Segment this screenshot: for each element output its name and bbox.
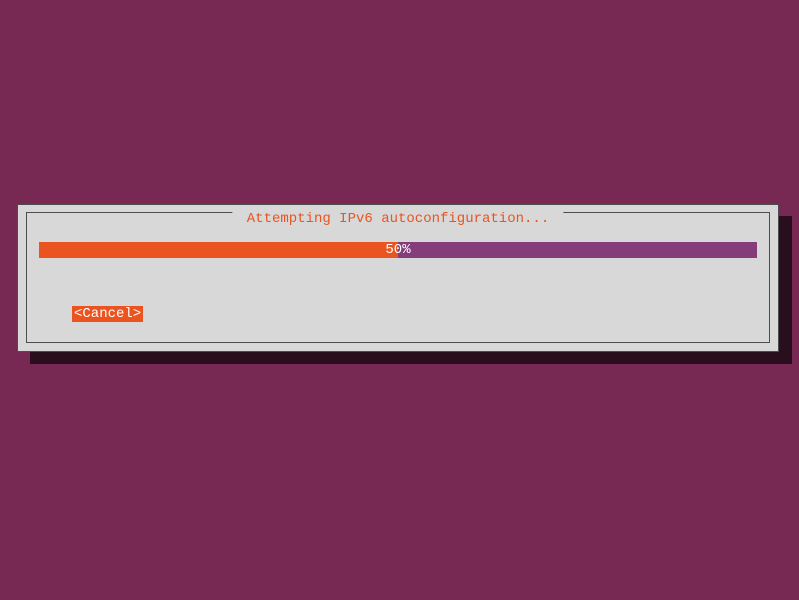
progress-bar-label: 50% <box>39 242 757 258</box>
dialog-box: Attempting IPv6 autoconfiguration... 50%… <box>17 204 779 352</box>
dialog-frame: Attempting IPv6 autoconfiguration... 50%… <box>26 212 770 343</box>
progress-bar: 50% <box>39 242 757 258</box>
cancel-button[interactable]: <Cancel> <box>72 306 143 322</box>
dialog-title: Attempting IPv6 autoconfiguration... <box>232 212 563 226</box>
